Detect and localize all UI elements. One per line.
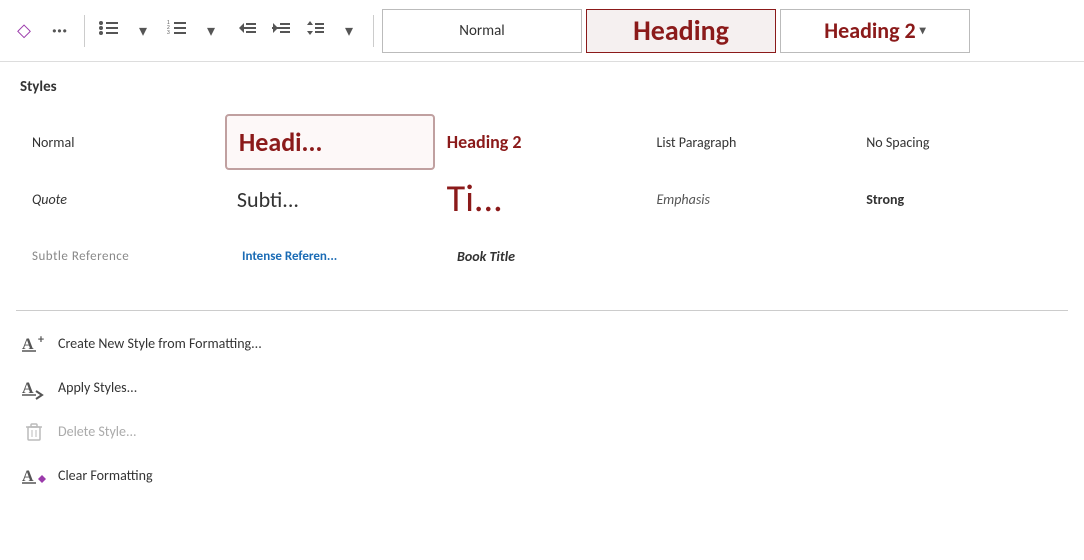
divider-1 xyxy=(84,15,85,47)
toolbar: ◇ ••• ▾ 1 xyxy=(0,0,1084,62)
style-cell-intense-ref[interactable]: Intense Referen... xyxy=(230,239,445,274)
toolbar-heading1-style[interactable]: Heading xyxy=(586,9,776,53)
clear-formatting-action[interactable]: A Clear Formatting xyxy=(16,453,1068,497)
line-spacing-button[interactable] xyxy=(299,15,331,47)
style-subtle-ref-label: Subtle Reference xyxy=(32,249,129,264)
num-list-button[interactable]: 1 2 3 xyxy=(161,15,193,47)
clear-formatting-label: Clear Formatting xyxy=(58,467,153,484)
style-cell-strong[interactable]: Strong xyxy=(854,181,1064,218)
style-cell-quote[interactable]: Quote xyxy=(20,181,225,218)
more-options-button[interactable]: ••• xyxy=(44,15,76,47)
styles-row-1: Normal Headi... Heading 2 List Paragraph… xyxy=(20,114,1064,170)
indent-button[interactable] xyxy=(265,15,297,47)
style-cell-subtitle[interactable]: Subti... xyxy=(225,176,435,223)
delete-style-action: Delete Style... xyxy=(16,409,1068,453)
num-list-icon: 1 2 3 xyxy=(167,19,187,42)
diamond-icon: ◇ xyxy=(17,20,31,41)
style-strong-label: Strong xyxy=(866,191,904,208)
delete-style-icon xyxy=(20,417,48,445)
chevron-down-icon-3: ▾ xyxy=(345,21,353,41)
style-no-spacing-label: No Spacing xyxy=(866,134,929,151)
divider-2 xyxy=(373,15,374,47)
apply-styles-action[interactable]: A Apply Styles... xyxy=(16,365,1068,409)
style-cell-emphasis[interactable]: Emphasis xyxy=(644,181,854,218)
style-quote-label: Quote xyxy=(32,191,67,208)
panel-divider xyxy=(16,310,1068,311)
indent-controls: ▾ xyxy=(231,15,365,47)
toolbar-heading2-label: Heading 2 xyxy=(824,17,915,44)
bullet-list-icon xyxy=(99,19,119,42)
style-list-paragraph-label: List Paragraph xyxy=(657,134,737,151)
style-cell-normal[interactable]: Normal xyxy=(20,124,225,161)
style-cell-heading2[interactable]: Heading 2 xyxy=(435,121,645,163)
toolbar-heading2-style[interactable]: Heading 2 ▾ xyxy=(780,9,970,53)
num-list-dropdown[interactable]: ▾ xyxy=(195,15,227,47)
toolbar-heading1-label: Heading xyxy=(633,13,729,48)
apply-styles-icon: A xyxy=(20,373,48,401)
delete-style-label: Delete Style... xyxy=(58,423,137,440)
toolbar-normal-style[interactable]: Normal xyxy=(382,9,582,53)
style-cell-heading1[interactable]: Headi... xyxy=(225,114,435,170)
create-style-action[interactable]: A + Create New Style from Formatting... xyxy=(16,321,1068,365)
outdent-button[interactable] xyxy=(231,15,263,47)
style-emphasis-label: Emphasis xyxy=(656,191,710,208)
outdent-icon xyxy=(237,19,257,42)
styles-row-3: Subtle Reference Intense Referen... Book… xyxy=(20,228,1064,284)
style-intense-ref-label: Intense Referen... xyxy=(242,249,337,264)
line-spacing-icon xyxy=(305,19,325,42)
style-cell-no-spacing[interactable]: No Spacing xyxy=(854,124,1064,161)
diamond-button[interactable]: ◇ xyxy=(8,15,40,47)
more-icon: ••• xyxy=(52,24,68,38)
styles-panel-title: Styles xyxy=(20,78,1064,96)
apply-styles-label: Apply Styles... xyxy=(58,379,137,396)
style-normal-label: Normal xyxy=(32,134,74,151)
list-controls: ▾ 1 2 3 ▾ xyxy=(93,15,227,47)
style-cell-list-paragraph[interactable]: List Paragraph xyxy=(645,124,855,161)
styles-panel: Styles Normal Headi... Heading 2 List Pa… xyxy=(0,62,1084,300)
style-cell-book-title[interactable]: Book Title xyxy=(445,238,660,275)
chevron-down-icon: ▾ xyxy=(139,21,147,41)
style-book-title-label: Book Title xyxy=(457,248,515,265)
clear-formatting-icon: A xyxy=(20,461,48,489)
action-list: A + Create New Style from Formatting... … xyxy=(0,321,1084,497)
style-cell-title[interactable]: Ti... xyxy=(435,170,645,228)
create-style-label: Create New Style from Formatting... xyxy=(58,335,262,352)
toolbar-normal-label: Normal xyxy=(459,22,504,40)
create-style-icon: A + xyxy=(20,329,48,357)
svg-text:3: 3 xyxy=(167,30,170,36)
heading2-dropdown-arrow: ▾ xyxy=(920,23,926,38)
line-spacing-dropdown[interactable]: ▾ xyxy=(333,15,365,47)
bullet-list-button[interactable] xyxy=(93,15,125,47)
style-title-label: Ti... xyxy=(447,180,503,218)
bullet-list-dropdown[interactable]: ▾ xyxy=(127,15,159,47)
chevron-down-icon-2: ▾ xyxy=(207,21,215,41)
style-heading2-label: Heading 2 xyxy=(447,131,522,153)
styles-row-2: Quote Subti... Ti... Emphasis Strong xyxy=(20,170,1064,228)
style-subtitle-label: Subti... xyxy=(237,186,299,213)
style-heading1-label: Headi... xyxy=(239,126,323,158)
svg-text:+: + xyxy=(38,333,44,347)
indent-icon xyxy=(271,19,291,42)
style-cell-subtle-ref[interactable]: Subtle Reference xyxy=(20,239,230,274)
